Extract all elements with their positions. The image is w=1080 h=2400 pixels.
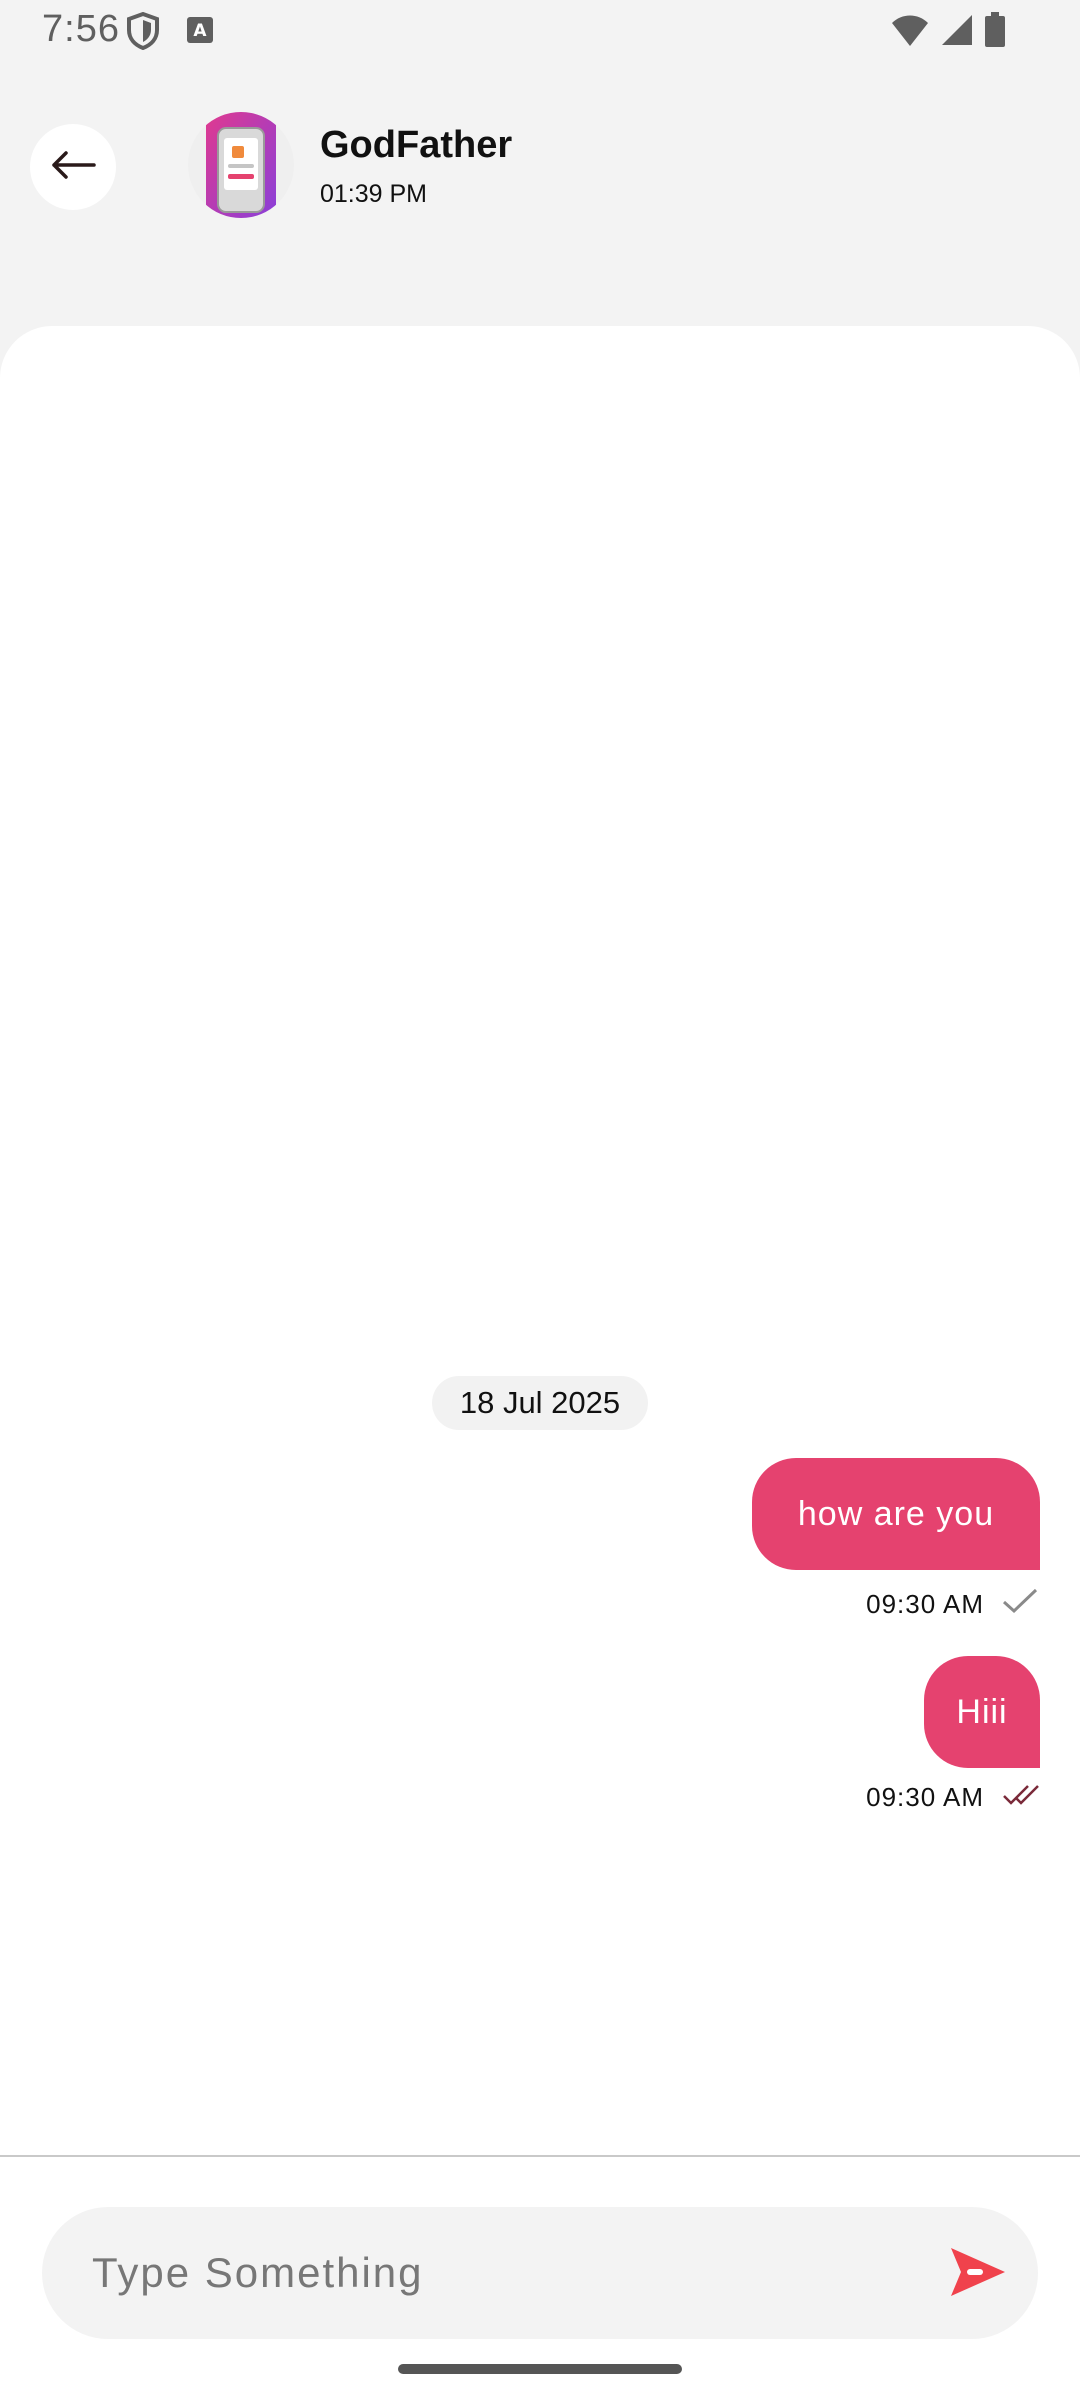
message-time: 09:30 AM	[866, 1589, 984, 1619]
contact-last-seen: 01:39 PM	[320, 180, 428, 208]
chat-screen: 7:56 A GodFather 01:39 PM 18 Jul 2025 ho…	[0, 0, 1080, 2400]
message-bubble[interactable]: how are you	[752, 1458, 1040, 1570]
message-meta: 09:30 AM	[866, 1588, 1038, 1621]
battery-icon	[984, 12, 1006, 53]
contact-name: GodFather	[320, 124, 513, 166]
signal-icon	[940, 13, 974, 52]
svg-text:A: A	[193, 21, 207, 41]
back-button[interactable]	[30, 124, 116, 210]
message-input-box	[42, 2207, 1038, 2339]
message-meta: 09:30 AM	[866, 1782, 1040, 1813]
send-icon	[947, 2244, 1007, 2305]
avatar[interactable]	[188, 112, 294, 218]
home-indicator[interactable]	[398, 2364, 682, 2374]
message-input[interactable]	[92, 2207, 912, 2339]
message-bubble[interactable]: Hiii	[924, 1656, 1040, 1768]
shield-icon	[126, 11, 160, 55]
date-separator: 18 Jul 2025	[432, 1376, 648, 1430]
status-bar: 7:56 A	[0, 0, 1080, 64]
status-time: 7:56	[42, 8, 120, 50]
double-check-icon	[1002, 1782, 1040, 1813]
message-list[interactable]: 18 Jul 2025 how are you 09:30 AM Hiii 09…	[0, 326, 1080, 2156]
wifi-icon	[890, 13, 930, 52]
arrow-left-icon	[50, 150, 96, 185]
send-button[interactable]	[946, 2243, 1008, 2305]
keyboard-a-icon: A	[186, 16, 214, 49]
status-icons	[890, 12, 1006, 53]
chat-header: GodFather 01:39 PM	[0, 100, 1080, 330]
single-check-icon	[1002, 1588, 1038, 1621]
message-time: 09:30 AM	[866, 1782, 984, 1812]
